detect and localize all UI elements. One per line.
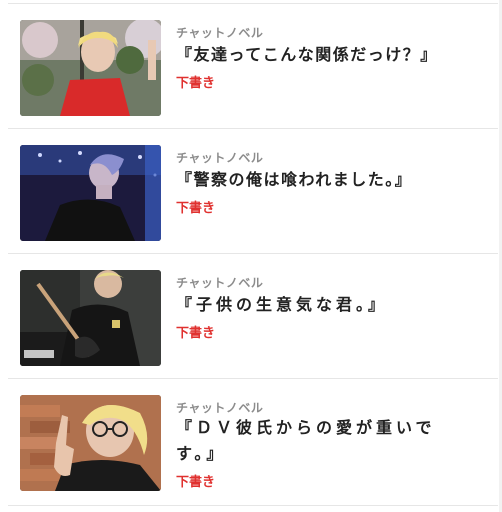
list-item[interactable]: チャットノベル 『友達ってこんな関係だっけ？』 下書き xyxy=(0,4,502,128)
photo-thumbnail-icon xyxy=(20,270,161,366)
list-item[interactable]: チャットノベル 『子供の生意気な君。』 下書き xyxy=(0,254,502,378)
draft-status-badge: 下書き xyxy=(176,475,216,490)
story-thumbnail[interactable] xyxy=(20,145,161,241)
story-title[interactable]: 『子供の生意気な君。』 xyxy=(176,292,476,318)
list-item[interactable]: チャットノベル 『ＤＶ彼氏からの愛が重いで す。』 下書き xyxy=(0,379,502,503)
story-title-line: 『ＤＶ彼氏からの愛が重いで xyxy=(176,418,436,437)
list-item[interactable]: チャットノベル 『警察の俺は喰われました。』 下書き xyxy=(0,129,502,253)
divider xyxy=(8,505,498,506)
story-title-line: す。』 xyxy=(176,444,227,463)
photo-thumbnail-icon xyxy=(20,145,161,241)
story-thumbnail[interactable] xyxy=(20,20,161,116)
story-category: チャットノベル xyxy=(176,401,264,415)
draft-status-wrapper: 下書き xyxy=(176,471,215,490)
story-category: チャットノベル xyxy=(176,26,264,40)
draft-status-badge: 下書き xyxy=(176,326,216,341)
story-title[interactable]: 『友達ってこんな関係だっけ？』 xyxy=(176,42,476,68)
photo-thumbnail-icon xyxy=(20,395,161,491)
story-title[interactable]: 『ＤＶ彼氏からの愛が重いで す。』 xyxy=(176,415,476,467)
draft-status-badge: 下書き xyxy=(176,201,216,216)
story-category: チャットノベル xyxy=(176,151,264,165)
photo-thumbnail-icon xyxy=(20,20,161,116)
draft-status-badge: 下書き xyxy=(176,76,216,91)
story-thumbnail[interactable] xyxy=(20,270,161,366)
story-thumbnail[interactable] xyxy=(20,395,161,491)
story-category: チャットノベル xyxy=(176,276,264,290)
story-title[interactable]: 『警察の俺は喰われました。』 xyxy=(176,167,476,193)
